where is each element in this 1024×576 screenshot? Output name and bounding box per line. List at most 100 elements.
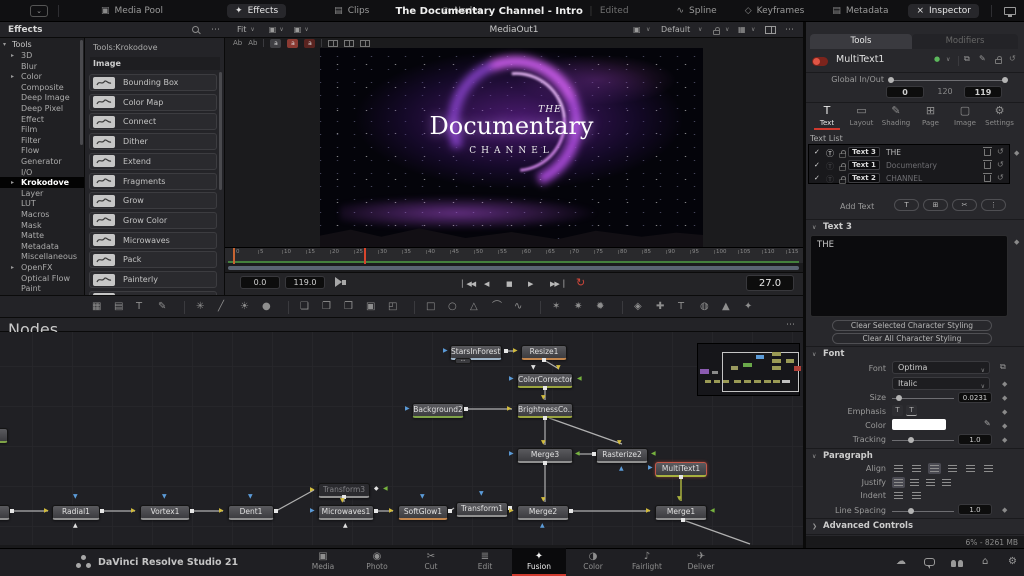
port-arrow[interactable]: ▼ xyxy=(556,365,561,371)
split-view-icon[interactable]: ▣ xyxy=(633,25,641,34)
inspector-tab-image[interactable]: ▢Image xyxy=(948,104,982,127)
inspector-tab-shading[interactable]: ✎Shading xyxy=(879,104,913,127)
port-arrow[interactable]: ▶ xyxy=(509,508,514,514)
chat-icon[interactable] xyxy=(924,558,935,566)
port-arrow[interactable]: ▲ xyxy=(619,466,624,472)
split-view-icon-0[interactable] xyxy=(328,40,338,47)
tool-icon-5-2[interactable]: T xyxy=(678,301,684,313)
keyframe-icon[interactable]: ◆ xyxy=(1002,408,1007,416)
effect-item-bounding-box[interactable]: Bounding Box xyxy=(89,74,217,91)
check-icon[interactable]: ✓ xyxy=(814,148,820,156)
effect-item-grow-color[interactable]: Grow Color xyxy=(89,212,217,229)
add-text-button-0[interactable]: T xyxy=(894,199,919,211)
view-a-icon[interactable]: ▣ xyxy=(269,25,277,34)
eyedropper-icon[interactable]: ✎ xyxy=(984,419,991,428)
tree-item-macros[interactable]: Macros xyxy=(0,209,85,220)
topbar-button-spline[interactable]: ∿Spline xyxy=(668,4,724,18)
tool-icon-2-3[interactable]: ▣ xyxy=(366,301,375,313)
node-port[interactable] xyxy=(543,416,547,420)
port-arrow[interactable]: ▶ xyxy=(405,406,410,412)
tool-icon-2-1[interactable]: ❐ xyxy=(322,301,331,313)
port-arrow[interactable]: ▼ xyxy=(531,365,536,371)
color-version-swatch-2[interactable]: a xyxy=(304,39,315,48)
ab-compare-button-0[interactable]: Ab xyxy=(233,39,242,47)
chevron-down-icon[interactable]: ∨ xyxy=(812,453,816,460)
clean-feed-icon[interactable] xyxy=(1004,7,1016,15)
port-arrow[interactable]: ▶ xyxy=(310,487,315,493)
node-port[interactable] xyxy=(543,461,547,465)
inspector-tab-page[interactable]: ⊞Page xyxy=(914,104,948,127)
reset-icon[interactable]: ↺ xyxy=(997,160,1004,169)
tool-icon-3-4[interactable]: ∿ xyxy=(514,301,522,313)
tool-icon-1-3[interactable]: ● xyxy=(262,301,271,313)
node-Transform1[interactable]: Transform1 xyxy=(456,502,508,517)
color-swatch[interactable] xyxy=(892,419,946,430)
node-port[interactable] xyxy=(100,509,104,513)
tool-icon-1-1[interactable]: ╱ xyxy=(218,301,224,313)
text-list-row-3[interactable]: ✓ⓉText 2CHANNEL↺ xyxy=(808,172,1010,185)
tree-item-metadata[interactable]: Metadata xyxy=(0,241,85,252)
indent-increase-button[interactable] xyxy=(910,490,923,501)
ab-compare-button-1[interactable]: Ab xyxy=(248,39,257,47)
tree-item-blur[interactable]: Blur xyxy=(0,61,85,72)
node-editor[interactable]: StarsInForest.j...Resize1ColorCorrector1… xyxy=(0,332,803,545)
tree-item-optical-flow[interactable]: Optical Flow xyxy=(0,273,85,284)
node-port[interactable] xyxy=(464,407,468,411)
node-Radial1[interactable]: Radial1 xyxy=(52,505,100,520)
inspector-tab-layout[interactable]: ▭Layout xyxy=(845,104,879,127)
add-text-button-2[interactable]: ✂ xyxy=(952,199,977,211)
tool-icon-5-0[interactable]: ◈ xyxy=(634,301,642,313)
node-partial-node-a[interactable] xyxy=(0,428,8,443)
slider-handle[interactable] xyxy=(908,437,914,443)
node-port[interactable] xyxy=(592,452,596,456)
text-visibility-icon[interactable]: Ⓣ xyxy=(826,161,834,172)
node-port[interactable] xyxy=(681,518,685,522)
port-arrow[interactable]: ▶ xyxy=(44,508,49,514)
advanced-controls-label[interactable]: Advanced Controls xyxy=(823,521,913,531)
cloud-icon[interactable]: ☁ xyxy=(896,556,906,567)
inspector-tab-text[interactable]: TText xyxy=(810,104,844,127)
effect-item-painterly[interactable]: Painterly xyxy=(89,271,217,288)
page-button-color[interactable]: ◑Color xyxy=(566,548,620,576)
transport-stop-icon[interactable]: ■ xyxy=(506,280,512,288)
node-port[interactable] xyxy=(10,509,14,513)
zoom-select[interactable]: Fit xyxy=(237,25,246,34)
lock-icon[interactable] xyxy=(713,30,720,35)
topbar-button-metadata[interactable]: ▤Metadata xyxy=(824,4,896,18)
lock-icon[interactable] xyxy=(839,179,846,184)
align-middle-button[interactable] xyxy=(964,463,977,474)
timeline-ruler[interactable]: 0510152025303540455055606570758085909510… xyxy=(225,247,803,263)
chevron-right-icon[interactable]: ❯ xyxy=(812,523,817,530)
split-view-icon-2[interactable] xyxy=(360,40,370,47)
topbar-button-keyframes[interactable]: ◇Keyframes xyxy=(737,4,813,18)
text-list-row-1[interactable]: ✓ⓉText 3THE↺ xyxy=(808,146,1010,159)
tool-icon-5-1[interactable]: ✚ xyxy=(656,301,664,313)
text-name-chip[interactable]: Text 3 xyxy=(848,147,880,157)
port-arrow[interactable]: ▼ xyxy=(73,494,78,500)
font-style-select[interactable]: Italic∨ xyxy=(892,377,990,390)
bold-button[interactable]: T xyxy=(892,405,903,416)
align-center-button[interactable] xyxy=(910,463,923,474)
justify-left-button[interactable] xyxy=(892,477,905,488)
slider-handle[interactable] xyxy=(896,395,902,401)
tree-item-mask[interactable]: Mask xyxy=(0,220,85,231)
trash-icon[interactable] xyxy=(984,149,991,156)
effect-item-extend[interactable]: Extend xyxy=(89,153,217,170)
tab-tools[interactable]: Tools xyxy=(810,34,912,49)
tool-icon-2-4[interactable]: ◰ xyxy=(388,301,397,313)
page-button-fairlight[interactable]: ♪Fairlight xyxy=(620,548,674,576)
tree-item-generator[interactable]: Generator xyxy=(0,156,85,167)
node-Background2[interactable]: Background2 xyxy=(412,403,464,418)
port-arrow[interactable]: ▼ xyxy=(541,440,546,446)
playhead[interactable] xyxy=(364,248,366,264)
port-arrow[interactable]: ▼ xyxy=(479,491,484,497)
tree-item-openfx[interactable]: ▸OpenFX xyxy=(0,262,85,273)
trash-icon[interactable] xyxy=(984,162,991,169)
color-version-swatch-0[interactable]: a xyxy=(270,39,281,48)
split-view-icon-1[interactable] xyxy=(344,40,354,47)
page-button-media[interactable]: ▣Media xyxy=(296,548,350,576)
tree-item-deep-image[interactable]: Deep Image xyxy=(0,92,85,103)
port-arrow[interactable]: ◀ xyxy=(575,451,580,457)
port-arrow[interactable]: ▼ xyxy=(677,496,682,502)
tool-icon-0-2[interactable]: T xyxy=(136,301,142,313)
